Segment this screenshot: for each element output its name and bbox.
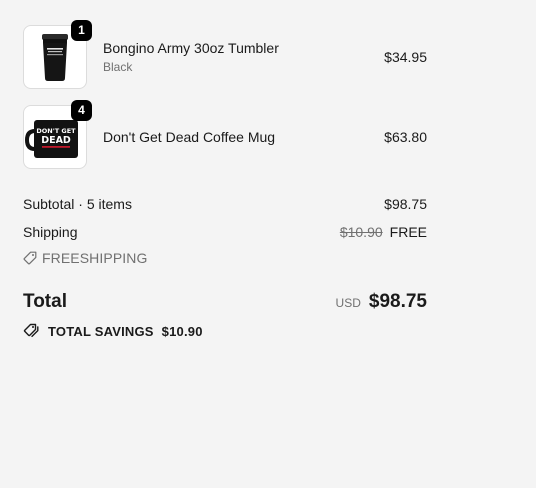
tag-icon xyxy=(23,251,37,265)
quantity-badge: 4 xyxy=(71,100,92,121)
item-price: $34.95 xyxy=(384,49,427,65)
shipping-amount: $10.90 FREE xyxy=(340,223,427,241)
savings-value: $10.90 xyxy=(161,323,203,339)
total-label: Total xyxy=(23,291,67,312)
savings-label: TOTAL SAVINGS xyxy=(48,323,154,339)
product-thumbnail: 1 xyxy=(23,20,92,89)
total-amount: USD $98.75 xyxy=(336,291,427,313)
total-value: $98.75 xyxy=(368,291,427,312)
item-info: Bongino Army 30oz Tumbler Black xyxy=(103,39,384,75)
subtotal-row: Subtotal · 5 items $98.75 xyxy=(23,195,427,213)
item-name: Don't Get Dead Coffee Mug xyxy=(103,129,276,145)
currency-code: USD xyxy=(335,296,361,310)
shipping-original-price: $10.90 xyxy=(339,224,383,240)
item-variant: Black xyxy=(103,60,133,74)
quantity-badge: 1 xyxy=(71,20,92,41)
total-savings: TOTAL SAVINGS $10.90 xyxy=(23,323,427,339)
totals-section: Subtotal · 5 items $98.75 Shipping $10.9… xyxy=(23,195,427,267)
line-item: 1 Bongino Army 30oz Tumbler Black $34.95 xyxy=(23,20,427,89)
order-summary: 1 Bongino Army 30oz Tumbler Black $34.95… xyxy=(23,20,427,339)
savings-tag-icon xyxy=(23,323,39,338)
discount-tag: FREESHIPPING xyxy=(23,249,427,267)
line-item: DON'T GET DEAD 4 Don't Get Dead Coffee M… xyxy=(23,100,427,169)
shipping-value: FREE xyxy=(389,224,427,240)
product-thumbnail: DON'T GET DEAD 4 xyxy=(23,100,92,169)
mug-print-line2: DEAD xyxy=(41,135,71,146)
total-row: Total USD $98.75 xyxy=(23,291,427,313)
discount-code: FREESHIPPING xyxy=(42,250,148,266)
item-info: Don't Get Dead Coffee Mug xyxy=(103,128,384,146)
item-price: $63.80 xyxy=(384,129,427,145)
mug-print-line1: DON'T GET xyxy=(36,127,76,135)
subtotal-label: Subtotal · 5 items xyxy=(23,196,132,212)
item-name: Bongino Army 30oz Tumbler xyxy=(103,40,279,56)
shipping-row: Shipping $10.90 FREE xyxy=(23,223,427,241)
shipping-label: Shipping xyxy=(23,224,78,240)
subtotal-value: $98.75 xyxy=(384,196,427,212)
